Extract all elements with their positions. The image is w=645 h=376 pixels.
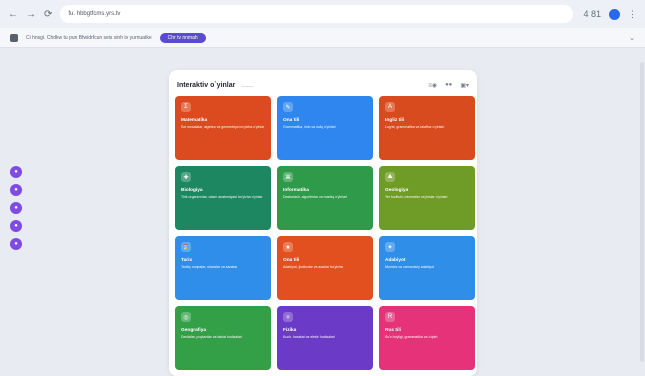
sort-toggle[interactable]: ●● [445,82,452,88]
notification-bar: Ci hnsgi. Chdkw tu pun Bfwidrfcun seis s… [0,28,645,48]
subject-icon: ⌘ [283,172,293,182]
card-10[interactable]: ⚛ Fizika Kuch, harakat va elektr hodisalar… [277,306,373,370]
notice-icon [10,33,18,42]
reload-icon[interactable]: ⟳ [44,9,52,20]
cards-grid: Σ Matematika Sol mosalalar, algebra va geo… [175,96,475,370]
card-8[interactable]: ✦ Adabiyot Mumtoz va zamonaviy adabiyot [379,236,475,300]
browser-actions: 4 81 ⋮ [583,8,637,20]
panel-title: Interaktiv o`yinlar [177,81,236,89]
card-6[interactable]: ⌛ Tarix Tarixiy voqealar, shaxslar va sana… [175,236,271,300]
page-scrollbar[interactable] [640,62,644,362]
notice-text: Ci hnsgi. Chdkw tu pun Bfwidrfcun seis s… [26,34,152,41]
subject-icon: ★ [283,242,293,252]
card-4[interactable]: ⌘ Informatika Dasturlash, algoritmlar va m… [277,166,373,230]
card-1[interactable]: ✎ Ona tili Grammatika, imlo va nutq o'yinl… [277,96,373,160]
side-dot-4[interactable]: ● [10,220,22,232]
card-9[interactable]: ◎ Geografiya Davlatlar, poytaxtlar va tabi… [175,306,271,370]
filter-toggle[interactable]: ▣▾ [460,82,469,89]
panel-subtitle: ——— [241,82,254,88]
menu-icon[interactable]: ⋮ [628,9,637,20]
back-icon[interactable]: ← [8,9,18,20]
games-panel: Interaktiv o`yinlar ——— ≡◉ ●● ▣▾ Σ Matema… [169,70,477,376]
side-dot-2[interactable]: ● [10,184,22,196]
forward-icon[interactable]: → [26,9,36,20]
card-0[interactable]: Σ Matematika Sol mosalalar, algebra va geo… [175,96,271,160]
side-dot-1[interactable]: ● [10,166,22,178]
nav-buttons: ← → ⟳ [8,9,52,20]
subject-icon: ✚ [181,172,191,182]
card-11[interactable]: R Rus tili So'z boyligi, grammatika va o'q… [379,306,475,370]
profile-icon[interactable] [609,8,620,20]
panel-controls: ≡◉ ●● ▣▾ [428,82,469,89]
card-7[interactable]: ★ Ona tili Adabiyot, ijodkorlar va asarlar… [277,236,373,300]
subject-icon: Σ [181,102,191,112]
subject-icon: ✦ [385,242,395,252]
card-5[interactable]: ⛰ Geologiya Yer tuzilishi, minerallar va j… [379,166,475,230]
side-menu: ● ● ● ● ● [10,166,22,250]
side-dot-5[interactable]: ● [10,238,22,250]
subject-icon: ⌛ [181,242,191,252]
subject-icon: ◎ [181,312,191,322]
close-icon[interactable]: ⌄ [629,34,635,42]
side-dot-3[interactable]: ● [10,202,22,214]
view-toggle[interactable]: ≡◉ [428,82,437,89]
subject-icon: ⚛ [283,312,293,322]
subject-icon: R [385,312,395,322]
address-bar[interactable]: fu. hbbgtfcms.yrs.tv [60,5,574,23]
browser-toolbar: ← → ⟳ fu. hbbgtfcms.yrs.tv 4 81 ⋮ [0,0,645,28]
subject-icon: ✎ [283,102,293,112]
subject-icon: A [385,102,395,112]
card-2[interactable]: A Ingliz tili Lug'at, grammatika va talaff… [379,96,475,160]
card-3[interactable]: ✚ Biologiya Tirik organizmlar, odam anatom… [175,166,271,230]
zoom-label: 4 81 [583,9,601,19]
notice-button[interactable]: Chr tv nnmah [159,32,206,43]
subject-icon: ⛰ [385,172,395,182]
